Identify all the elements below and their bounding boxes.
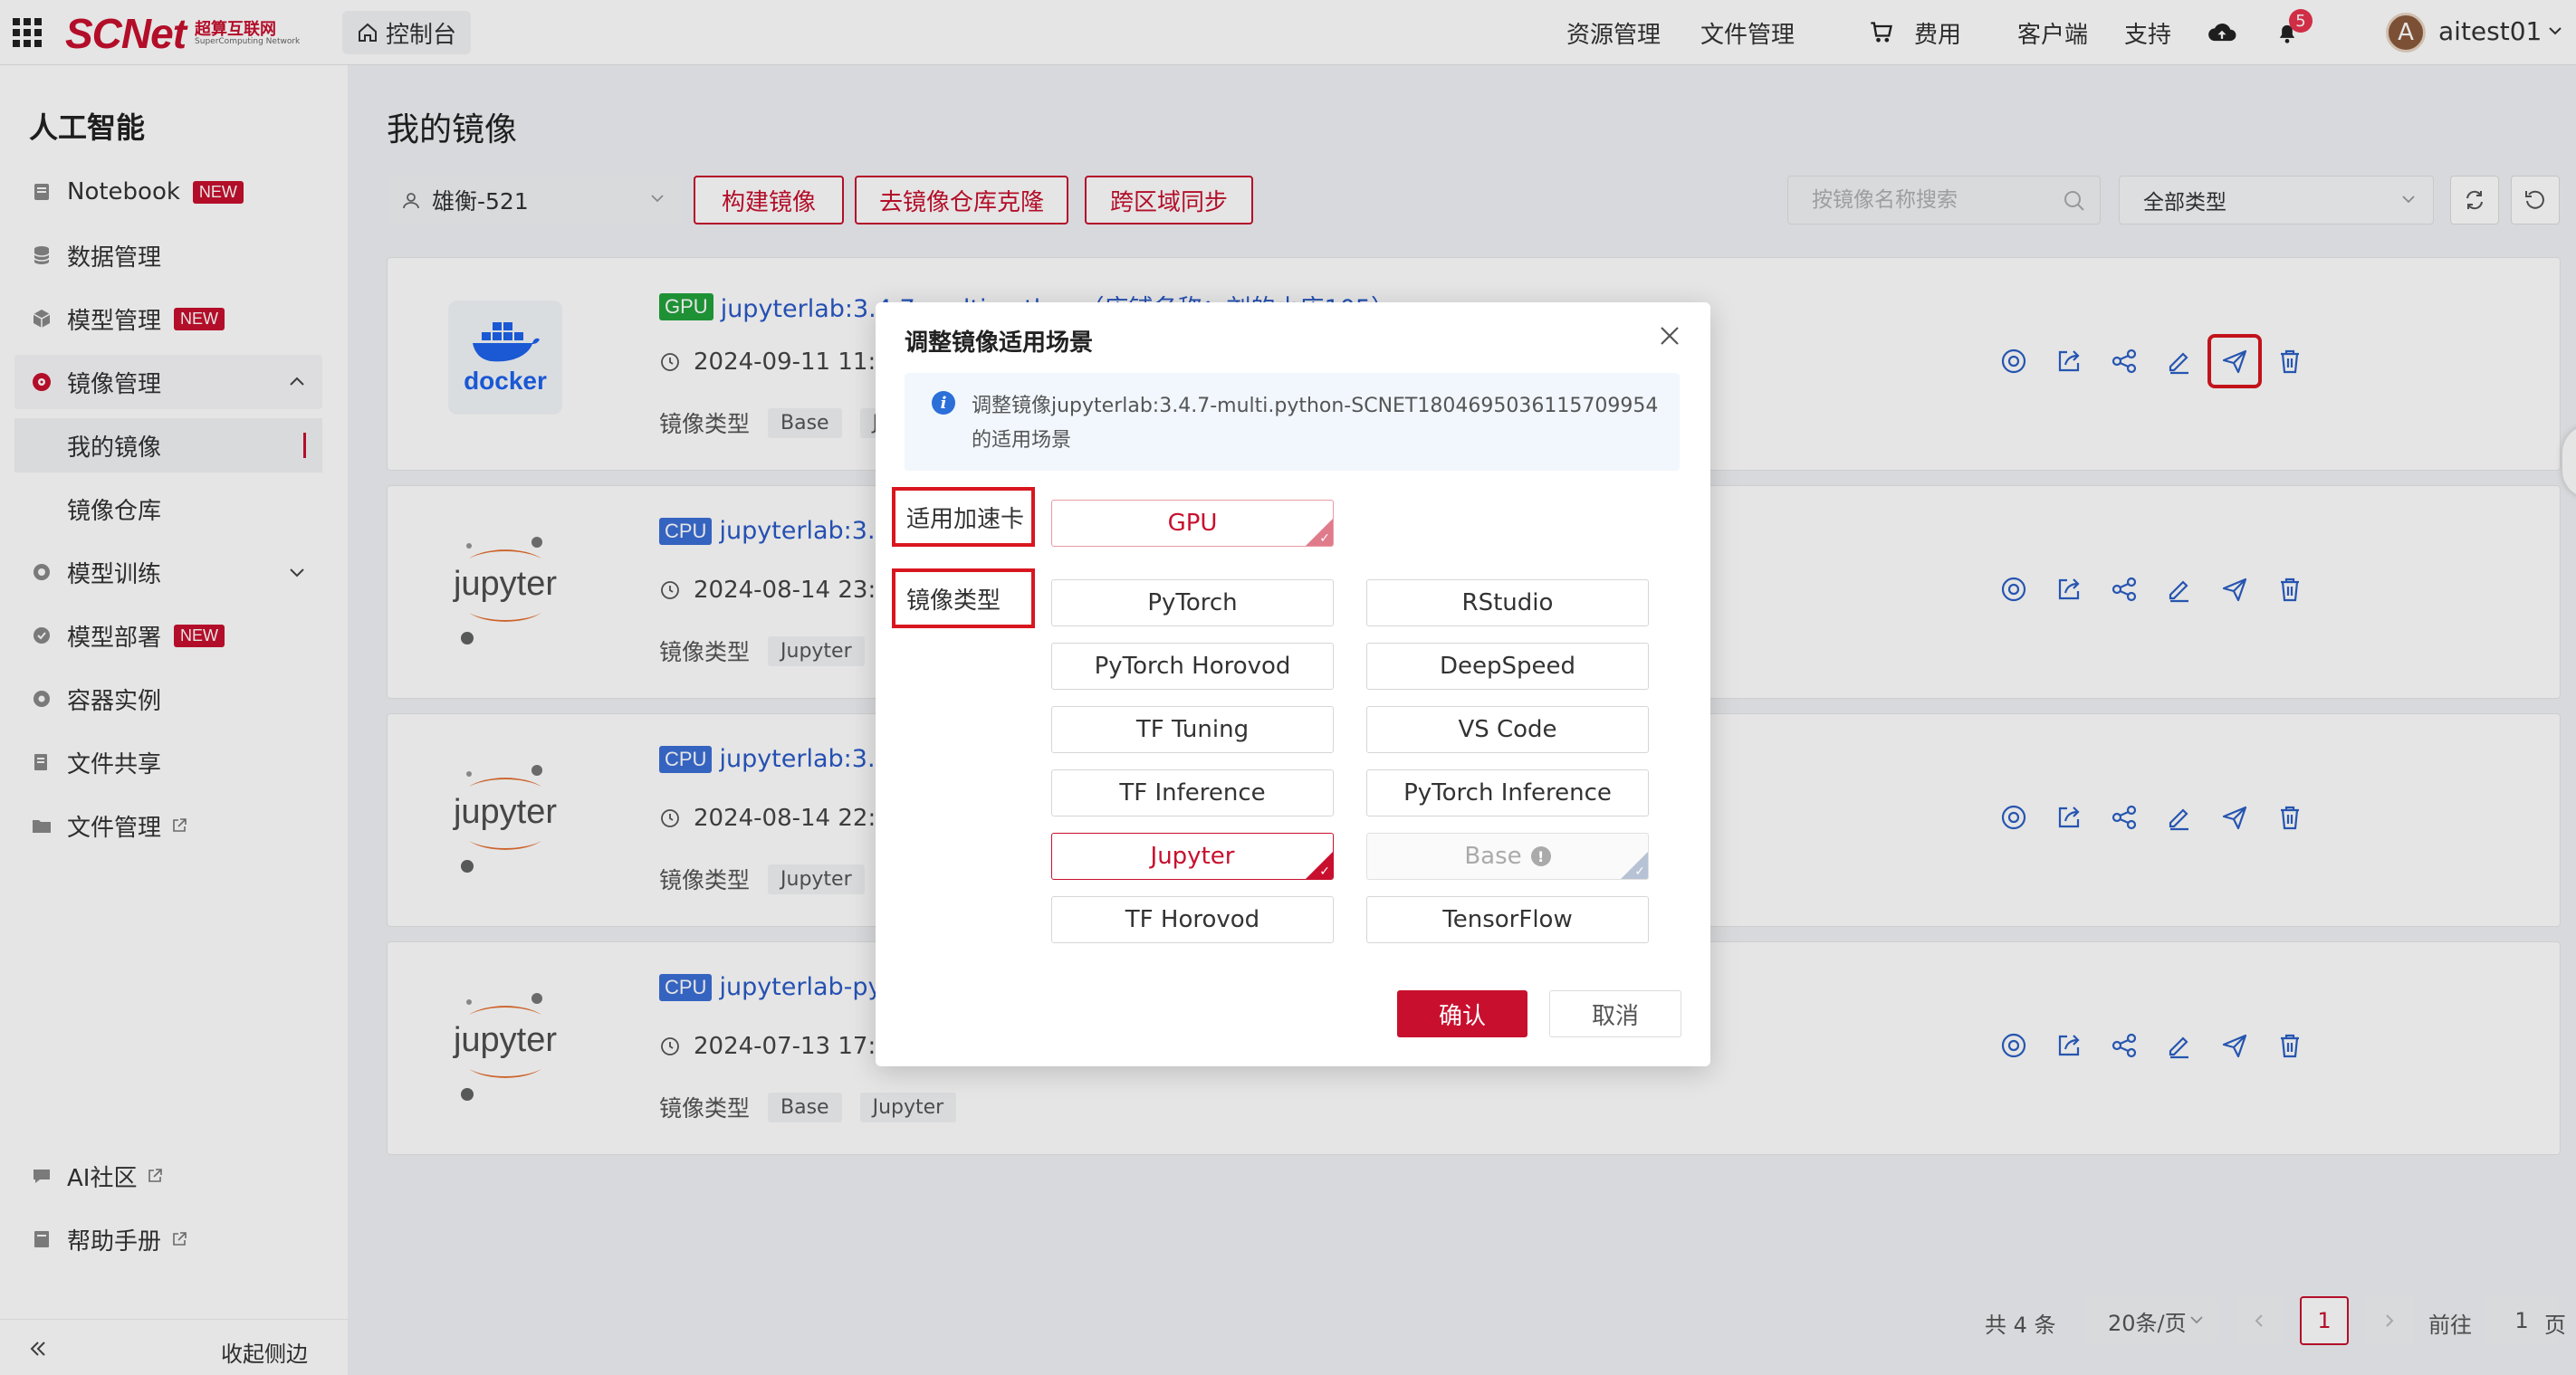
option-jupyter[interactable]: Jupyter ✓ [1051,833,1334,880]
option-base: Base ! ✓ [1366,833,1649,880]
option-label: Base [1464,843,1522,870]
help-icon[interactable]: ! [1530,846,1551,866]
option-rstudio[interactable]: RStudio [1366,579,1649,626]
option-tf-inference[interactable]: TF Inference [1051,769,1334,816]
confirm-button[interactable]: 确认 [1397,990,1527,1037]
option-vs-code[interactable]: VS Code [1366,706,1649,753]
accelerator-label: 适用加速卡 [892,487,1035,547]
option-pytorch-horovod[interactable]: PyTorch Horovod [1051,643,1334,690]
info-alert: i 调整镜像jupyterlab:3.4.7-multi.python-SCNE… [905,373,1680,471]
check-icon: ✓ [1319,531,1330,546]
option-pytorch[interactable]: PyTorch [1051,579,1334,626]
option-tensorflow[interactable]: TensorFlow [1366,896,1649,943]
option-label: Jupyter [1150,843,1235,870]
adjust-scene-dialog: 调整镜像适用场景 i 调整镜像jupyterlab:3.4.7-multi.py… [876,302,1710,1066]
option-pytorch-inference[interactable]: PyTorch Inference [1366,769,1649,816]
info-icon: i [932,391,955,415]
option-deepspeed[interactable]: DeepSpeed [1366,643,1649,690]
option-gpu[interactable]: GPU ✓ [1051,500,1334,547]
image-type-label: 镜像类型 [892,568,1035,628]
option-tf-horovod[interactable]: TF Horovod [1051,896,1334,943]
check-icon: ✓ [1319,864,1330,879]
info-text: 调整镜像jupyterlab:3.4.7-multi.python-SCNET1… [972,395,1659,452]
option-label: GPU [1167,510,1218,537]
close-icon[interactable] [1656,322,1683,349]
option-tf-tuning[interactable]: TF Tuning [1051,706,1334,753]
cancel-button[interactable]: 取消 [1549,990,1681,1037]
dialog-title: 调整镜像适用场景 [905,329,1094,357]
check-icon: ✓ [1634,864,1645,879]
